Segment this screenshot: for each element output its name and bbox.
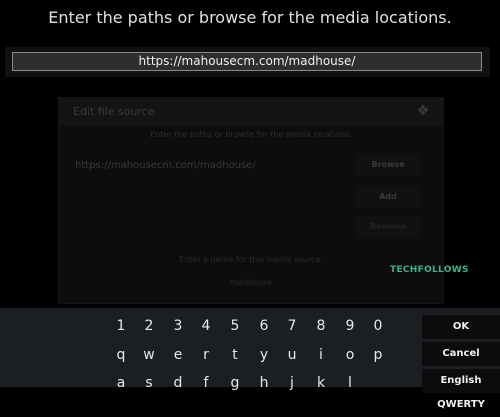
key-y[interactable]: y	[250, 342, 278, 368]
dialog-path-value: https://mahousecm.com/madhouse/	[75, 160, 256, 171]
key-s[interactable]: s	[135, 370, 163, 396]
key-l[interactable]: l	[336, 370, 364, 396]
onscreen-keyboard: 1 2 3 4 5 6 7 8 9 0 q w e r t y u i o p …	[0, 308, 500, 410]
remove-button: Remove	[355, 216, 421, 238]
key-o[interactable]: o	[336, 342, 364, 368]
key-t[interactable]: t	[221, 342, 249, 368]
key-d[interactable]: d	[164, 370, 192, 396]
key-3[interactable]: 3	[164, 313, 192, 339]
key-9[interactable]: 9	[336, 313, 364, 339]
cancel-button[interactable]: Cancel	[422, 342, 500, 366]
source-name-value: madhouse	[230, 278, 272, 287]
key-e[interactable]: e	[164, 342, 192, 368]
key-6[interactable]: 6	[250, 313, 278, 339]
dialog-title: Edit file source	[73, 105, 155, 118]
path-input[interactable]: https://mahousecm.com/madhouse/	[12, 52, 482, 71]
key-u[interactable]: u	[278, 342, 306, 368]
key-g[interactable]: g	[221, 370, 249, 396]
key-i[interactable]: i	[307, 342, 335, 368]
key-p[interactable]: p	[364, 342, 392, 368]
dialog-header: Edit file source ❖	[59, 98, 443, 126]
key-7[interactable]: 7	[278, 313, 306, 339]
input-heading: Enter the paths or browse for the media …	[48, 8, 452, 27]
add-button: Add	[355, 186, 421, 208]
input-bar: https://mahousecm.com/madhouse/	[5, 47, 490, 77]
key-q[interactable]: q	[107, 342, 135, 368]
browse-button: Browse	[355, 154, 421, 176]
key-1[interactable]: 1	[107, 313, 135, 339]
kodi-logo-icon: ❖	[416, 103, 430, 119]
key-2[interactable]: 2	[135, 313, 163, 339]
key-r[interactable]: r	[192, 342, 220, 368]
key-w[interactable]: w	[135, 342, 163, 368]
key-5[interactable]: 5	[221, 313, 249, 339]
edit-source-dialog: Edit file source ❖ Enter the paths or br…	[58, 97, 444, 304]
key-a[interactable]: a	[107, 370, 135, 396]
key-h[interactable]: h	[250, 370, 278, 396]
key-4[interactable]: 4	[192, 313, 220, 339]
watermark: TECHFOLLOWS	[390, 265, 469, 275]
ok-button[interactable]: OK	[422, 315, 500, 339]
key-8[interactable]: 8	[307, 313, 335, 339]
dialog-prompt: Enter the paths or browse for the media …	[150, 130, 352, 139]
key-k[interactable]: k	[307, 370, 335, 396]
keyboard-layout-button[interactable]: English QWERTY	[422, 369, 500, 410]
key-j[interactable]: j	[278, 370, 306, 396]
key-f[interactable]: f	[192, 370, 220, 396]
key-0[interactable]: 0	[364, 313, 392, 339]
source-name-hint: Enter a name for this media source.	[179, 255, 323, 264]
